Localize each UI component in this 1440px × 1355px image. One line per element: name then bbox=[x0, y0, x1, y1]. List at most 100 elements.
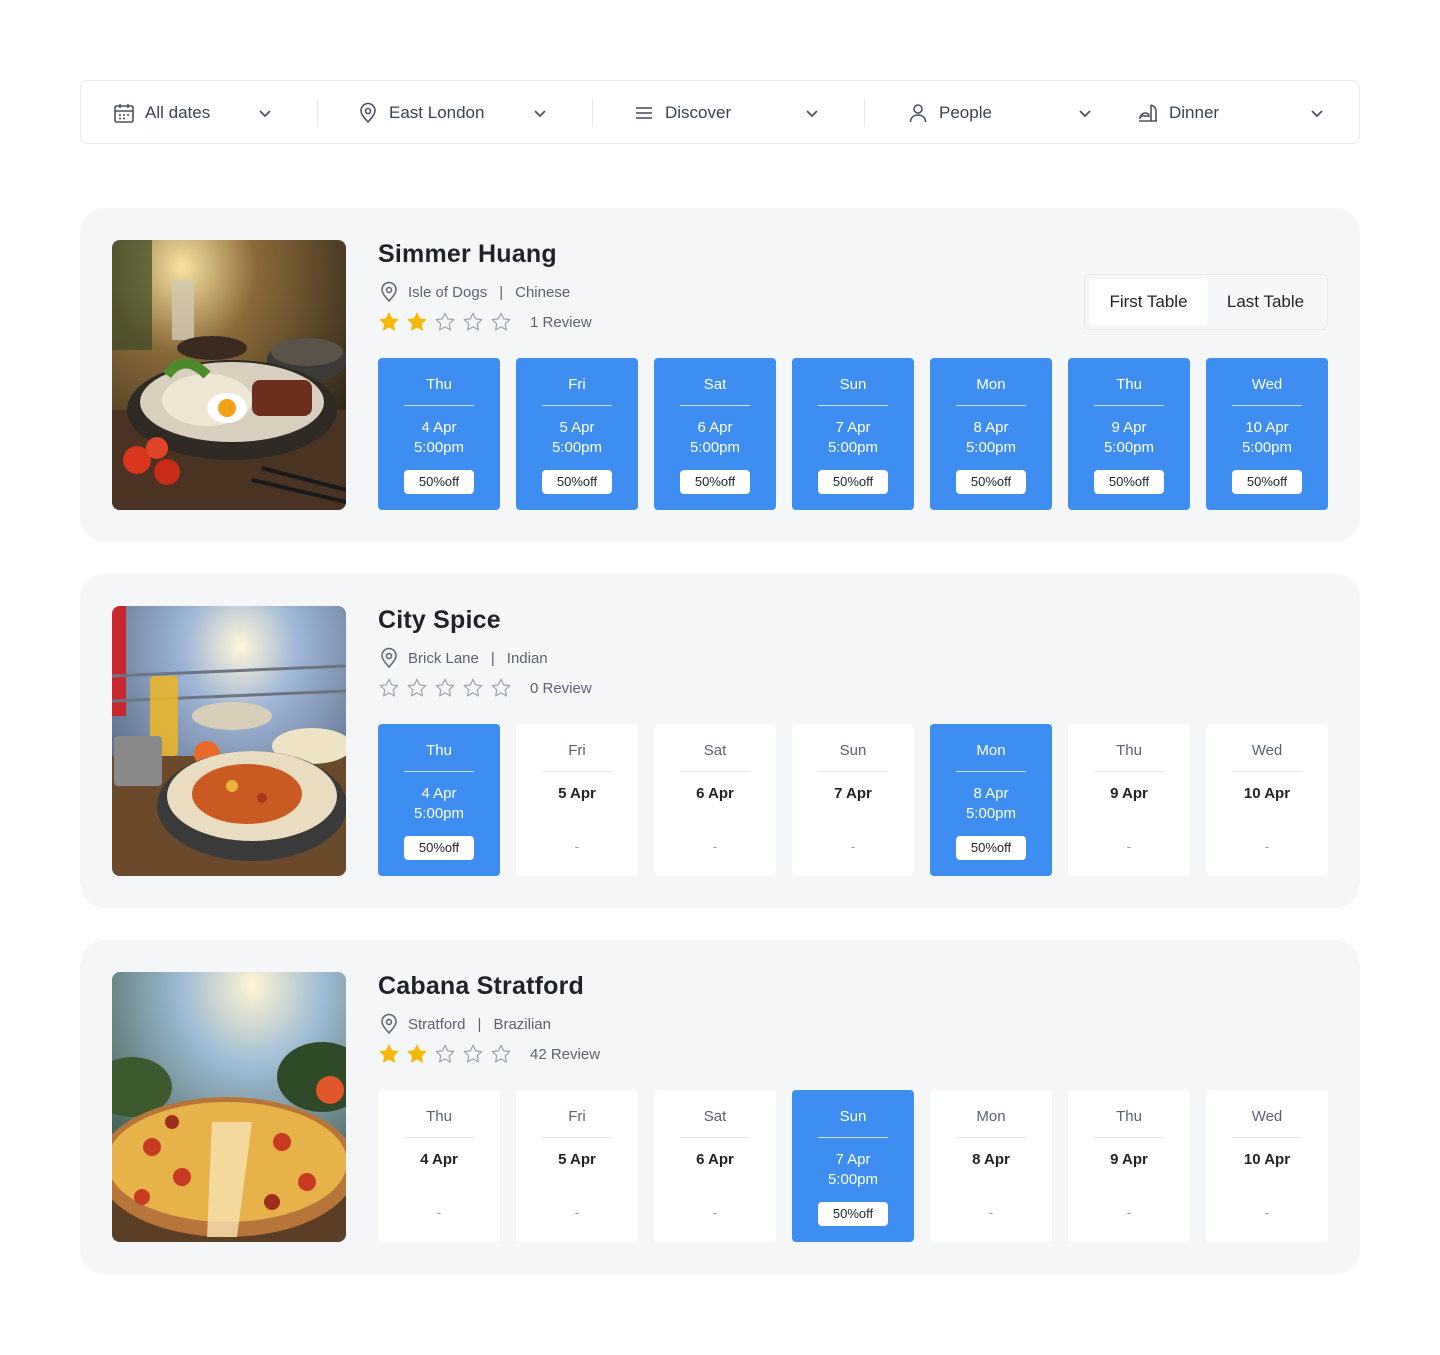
discover-filter-label: Discover bbox=[665, 103, 732, 122]
slot-day: Thu bbox=[426, 1108, 452, 1125]
slot-date: 8 Apr bbox=[972, 1151, 1010, 1168]
slot-empty-indicator: - bbox=[1126, 838, 1132, 854]
time-slot-unavailable[interactable]: Sun 7 Apr - bbox=[792, 724, 914, 876]
review-count[interactable]: 0 Review bbox=[530, 680, 592, 697]
slot-day: Thu bbox=[426, 742, 452, 759]
slot-day: Mon bbox=[976, 376, 1006, 393]
star-empty-icon bbox=[462, 311, 484, 333]
slot-day: Fri bbox=[568, 1108, 586, 1125]
time-slot-available[interactable]: Thu 4 Apr 5:00pm 50%off bbox=[378, 358, 500, 510]
time-slot-available[interactable]: Sun 7 Apr 5:00pm 50%off bbox=[792, 1090, 914, 1242]
restaurant-cuisine: Indian bbox=[506, 649, 548, 667]
star-filled-icon bbox=[406, 311, 428, 333]
slot-date: 10 Apr bbox=[1243, 785, 1291, 802]
restaurant-meta: Isle of Dogs | Chinese bbox=[378, 280, 570, 304]
slot-day: Mon bbox=[976, 742, 1006, 759]
slot-date: 4 Apr bbox=[421, 419, 457, 436]
time-slot-unavailable[interactable]: Fri 5 Apr - bbox=[516, 724, 638, 876]
review-count[interactable]: 42 Review bbox=[530, 1046, 600, 1063]
slot-divider bbox=[542, 405, 612, 406]
time-slot-unavailable[interactable]: Thu 9 Apr - bbox=[1068, 724, 1190, 876]
restaurant-photo[interactable] bbox=[112, 240, 346, 510]
meta-separator: | bbox=[499, 283, 504, 301]
date-filter-label: All dates bbox=[145, 103, 211, 122]
first-table-button[interactable]: First Table bbox=[1089, 279, 1208, 325]
slot-empty-indicator: - bbox=[712, 838, 718, 854]
star-rating: 0 Review bbox=[378, 676, 592, 700]
table-toggle: First Table Last Table bbox=[1084, 274, 1328, 330]
slot-day: Thu bbox=[426, 376, 452, 393]
time-slot-unavailable[interactable]: Thu 9 Apr - bbox=[1068, 1090, 1190, 1242]
time-slot-unavailable[interactable]: Sat 6 Apr - bbox=[654, 724, 776, 876]
restaurant-name[interactable]: Simmer Huang bbox=[378, 240, 557, 269]
time-slot-available[interactable]: Mon 8 Apr 5:00pm 50%off bbox=[930, 358, 1052, 510]
last-table-button[interactable]: Last Table bbox=[1208, 279, 1323, 325]
slot-day: Wed bbox=[1251, 1108, 1283, 1125]
filter-divider bbox=[317, 99, 318, 127]
user-icon bbox=[907, 102, 929, 124]
people-filter[interactable]: People bbox=[907, 81, 1107, 145]
slot-divider bbox=[818, 771, 888, 772]
restaurant-name[interactable]: City Spice bbox=[378, 606, 501, 635]
slot-day: Sat bbox=[703, 1108, 727, 1125]
location-pin-icon bbox=[357, 102, 379, 124]
restaurant-name[interactable]: Cabana Stratford bbox=[378, 972, 584, 1001]
time-slot-available[interactable]: Mon 8 Apr 5:00pm 50%off bbox=[930, 724, 1052, 876]
slot-time: 5:00pm bbox=[413, 439, 465, 456]
slot-divider bbox=[404, 771, 474, 772]
slot-divider bbox=[542, 1137, 612, 1138]
time-slot-unavailable[interactable]: Wed 10 Apr - bbox=[1206, 1090, 1328, 1242]
restaurant-cuisine: Chinese bbox=[515, 283, 571, 301]
restaurant-card[interactable]: Cabana Stratford Stratford | Brazilian 4… bbox=[80, 940, 1360, 1274]
slot-day: Sat bbox=[703, 742, 727, 759]
slot-date: 6 Apr bbox=[697, 419, 733, 436]
slot-day: Fri bbox=[568, 376, 586, 393]
time-slot-available[interactable]: Sun 7 Apr 5:00pm 50%off bbox=[792, 358, 914, 510]
time-slot-available[interactable]: Thu 4 Apr 5:00pm 50%off bbox=[378, 724, 500, 876]
discount-badge: 50%off bbox=[404, 836, 474, 860]
meal-filter[interactable]: Dinner bbox=[1137, 81, 1337, 145]
location-filter[interactable]: East London bbox=[357, 81, 557, 145]
slot-date: 7 Apr bbox=[835, 419, 871, 436]
star-rating: 42 Review bbox=[378, 1042, 600, 1066]
discount-badge: 50%off bbox=[542, 470, 612, 494]
restaurant-photo[interactable] bbox=[112, 606, 346, 876]
slot-day: Sun bbox=[839, 1108, 867, 1125]
time-slot-unavailable[interactable]: Mon 8 Apr - bbox=[930, 1090, 1052, 1242]
star-empty-icon bbox=[462, 677, 484, 699]
discover-filter[interactable]: Discover bbox=[633, 81, 833, 145]
slot-time: 5:00pm bbox=[413, 805, 465, 822]
date-filter[interactable]: All dates bbox=[113, 81, 305, 145]
restaurant-photo[interactable] bbox=[112, 972, 346, 1242]
restaurant-card[interactable]: Simmer Huang Isle of Dogs | Chinese 1 Re… bbox=[80, 208, 1360, 542]
slot-date: 9 Apr bbox=[1111, 419, 1147, 436]
filter-divider bbox=[592, 99, 593, 127]
slot-empty-indicator: - bbox=[574, 838, 580, 854]
location-pin-icon bbox=[378, 281, 400, 303]
slot-empty-indicator: - bbox=[712, 1204, 718, 1220]
slot-day: Wed bbox=[1251, 376, 1283, 393]
time-slot-available[interactable]: Fri 5 Apr 5:00pm 50%off bbox=[516, 358, 638, 510]
slot-date: 4 Apr bbox=[421, 785, 457, 802]
slot-time: 5:00pm bbox=[1103, 439, 1155, 456]
review-count[interactable]: 1 Review bbox=[530, 314, 592, 331]
discount-badge: 50%off bbox=[818, 470, 888, 494]
restaurant-card[interactable]: City Spice Brick Lane | Indian 0 Review … bbox=[80, 574, 1360, 908]
time-slot-unavailable[interactable]: Sat 6 Apr - bbox=[654, 1090, 776, 1242]
slot-divider bbox=[404, 1137, 474, 1138]
restaurant-area: Brick Lane bbox=[408, 649, 479, 667]
slot-day: Fri bbox=[568, 742, 586, 759]
time-slot-available[interactable]: Sat 6 Apr 5:00pm 50%off bbox=[654, 358, 776, 510]
time-slot-unavailable[interactable]: Thu 4 Apr - bbox=[378, 1090, 500, 1242]
location-pin-icon bbox=[378, 1013, 400, 1035]
time-slot-unavailable[interactable]: Fri 5 Apr - bbox=[516, 1090, 638, 1242]
time-slot-available[interactable]: Thu 9 Apr 5:00pm 50%off bbox=[1068, 358, 1190, 510]
time-slot-available[interactable]: Wed 10 Apr 5:00pm 50%off bbox=[1206, 358, 1328, 510]
slot-empty-indicator: - bbox=[436, 1204, 442, 1220]
slot-empty-indicator: - bbox=[850, 838, 856, 854]
meta-separator: | bbox=[490, 649, 495, 667]
time-slot-unavailable[interactable]: Wed 10 Apr - bbox=[1206, 724, 1328, 876]
star-empty-icon bbox=[434, 311, 456, 333]
slot-date: 9 Apr bbox=[1110, 785, 1148, 802]
star-empty-icon bbox=[434, 677, 456, 699]
